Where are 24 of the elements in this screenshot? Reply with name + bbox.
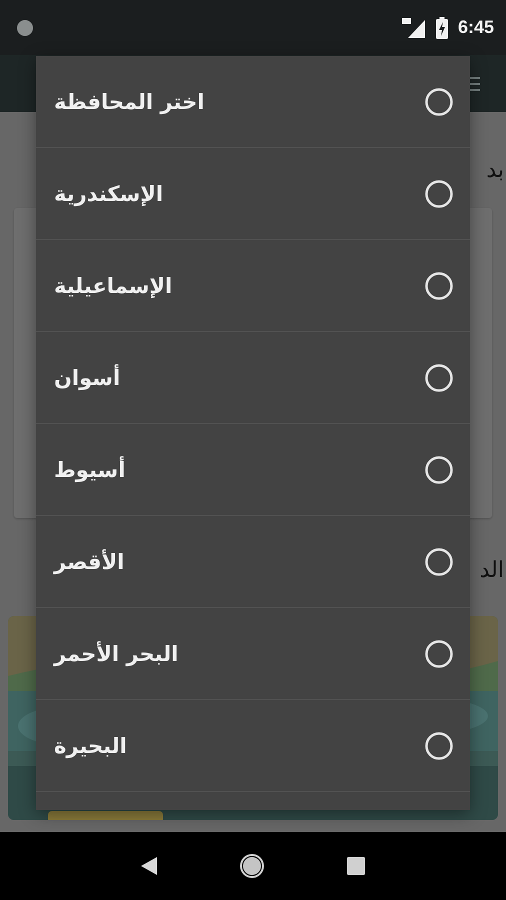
radio-button[interactable]: [424, 362, 454, 392]
radio-button[interactable]: [424, 270, 454, 300]
province-option[interactable]: اختر المحافظة: [54, 90, 204, 114]
section-label: الد: [480, 557, 504, 585]
battery-icon: [436, 16, 448, 38]
radio-button[interactable]: [424, 546, 454, 576]
province-option[interactable]: البحر الأحمر: [54, 642, 178, 666]
province-option[interactable]: الإسماعيلية: [54, 274, 172, 298]
radio-button[interactable]: [424, 454, 454, 484]
province-option[interactable]: الأقصر: [54, 550, 124, 574]
heading-text: بد: [486, 157, 504, 185]
province-option[interactable]: الإسكندرية: [54, 182, 164, 206]
notification-dot-icon: [16, 18, 34, 36]
radio-button[interactable]: [424, 638, 454, 668]
province-option[interactable]: البحيرة: [54, 734, 127, 758]
home-icon[interactable]: [239, 853, 265, 879]
signal-icon: [402, 16, 426, 38]
status-time: 6:45: [458, 17, 494, 38]
province-option[interactable]: أسيوط: [54, 458, 126, 482]
radio-button[interactable]: [424, 178, 454, 208]
radio-button[interactable]: [424, 730, 454, 760]
radio-button[interactable]: [424, 86, 454, 116]
back-icon[interactable]: [141, 857, 157, 875]
province-option[interactable]: أسوان: [54, 366, 120, 390]
